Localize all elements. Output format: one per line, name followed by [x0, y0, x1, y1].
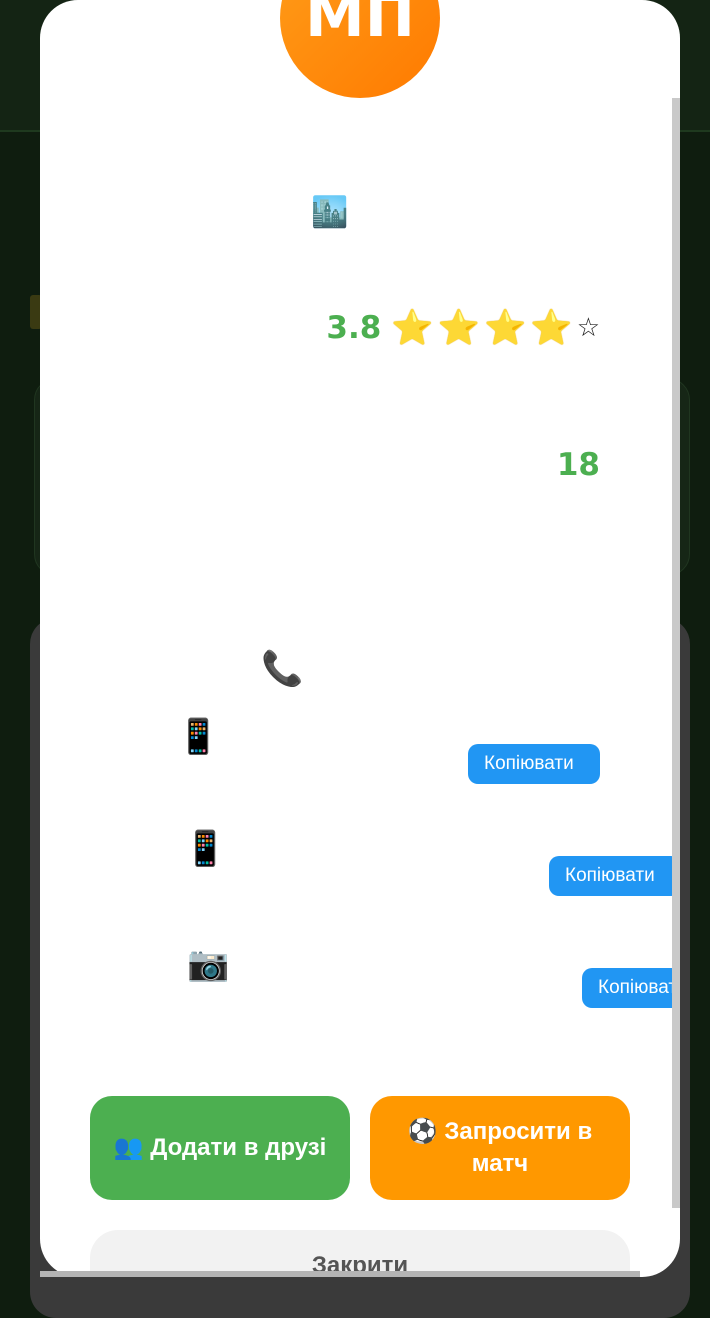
camera-icon: 📷: [187, 944, 230, 984]
matches-count: 18: [556, 447, 600, 483]
star-full-icon: ⭐: [391, 308, 434, 348]
modal-scrollbar[interactable]: [672, 98, 680, 1208]
star-full-icon: ⭐: [530, 308, 573, 348]
rating-value: 3.8: [326, 310, 382, 346]
rating-stars: ⭐ ⭐ ⭐ ⭐ ☆: [391, 311, 600, 345]
phone-icon: 📞: [261, 649, 304, 689]
home-indicator: [40, 1271, 640, 1277]
mobile-phone-icon: 📱: [177, 717, 220, 757]
avatar: МП: [280, 0, 440, 98]
copy-button[interactable]: Копіювати: [582, 968, 680, 1008]
copy-button[interactable]: Копіювати: [468, 744, 600, 784]
star-full-icon: ⭐: [437, 308, 480, 348]
profile-modal: МП 🏙️ 3.8 ⭐ ⭐ ⭐ ⭐ ☆ 18 📞 📱 Копіювати 📱 К…: [40, 0, 680, 1277]
star-empty-icon: ☆: [576, 313, 600, 343]
copy-button[interactable]: Копіювати: [549, 856, 680, 896]
avatar-initials: МП: [305, 0, 415, 51]
close-button[interactable]: Закрити: [90, 1230, 630, 1277]
mobile-phone-icon: 📱: [184, 829, 227, 869]
add-friend-button[interactable]: 👥 Додати в друзі: [90, 1096, 350, 1200]
city-icon: 🏙️: [311, 195, 349, 230]
invite-to-match-button[interactable]: ⚽ Запросити в матч: [370, 1096, 630, 1200]
rating-row: 3.8 ⭐ ⭐ ⭐ ⭐ ☆: [326, 310, 600, 346]
star-full-icon: ⭐: [484, 308, 527, 348]
